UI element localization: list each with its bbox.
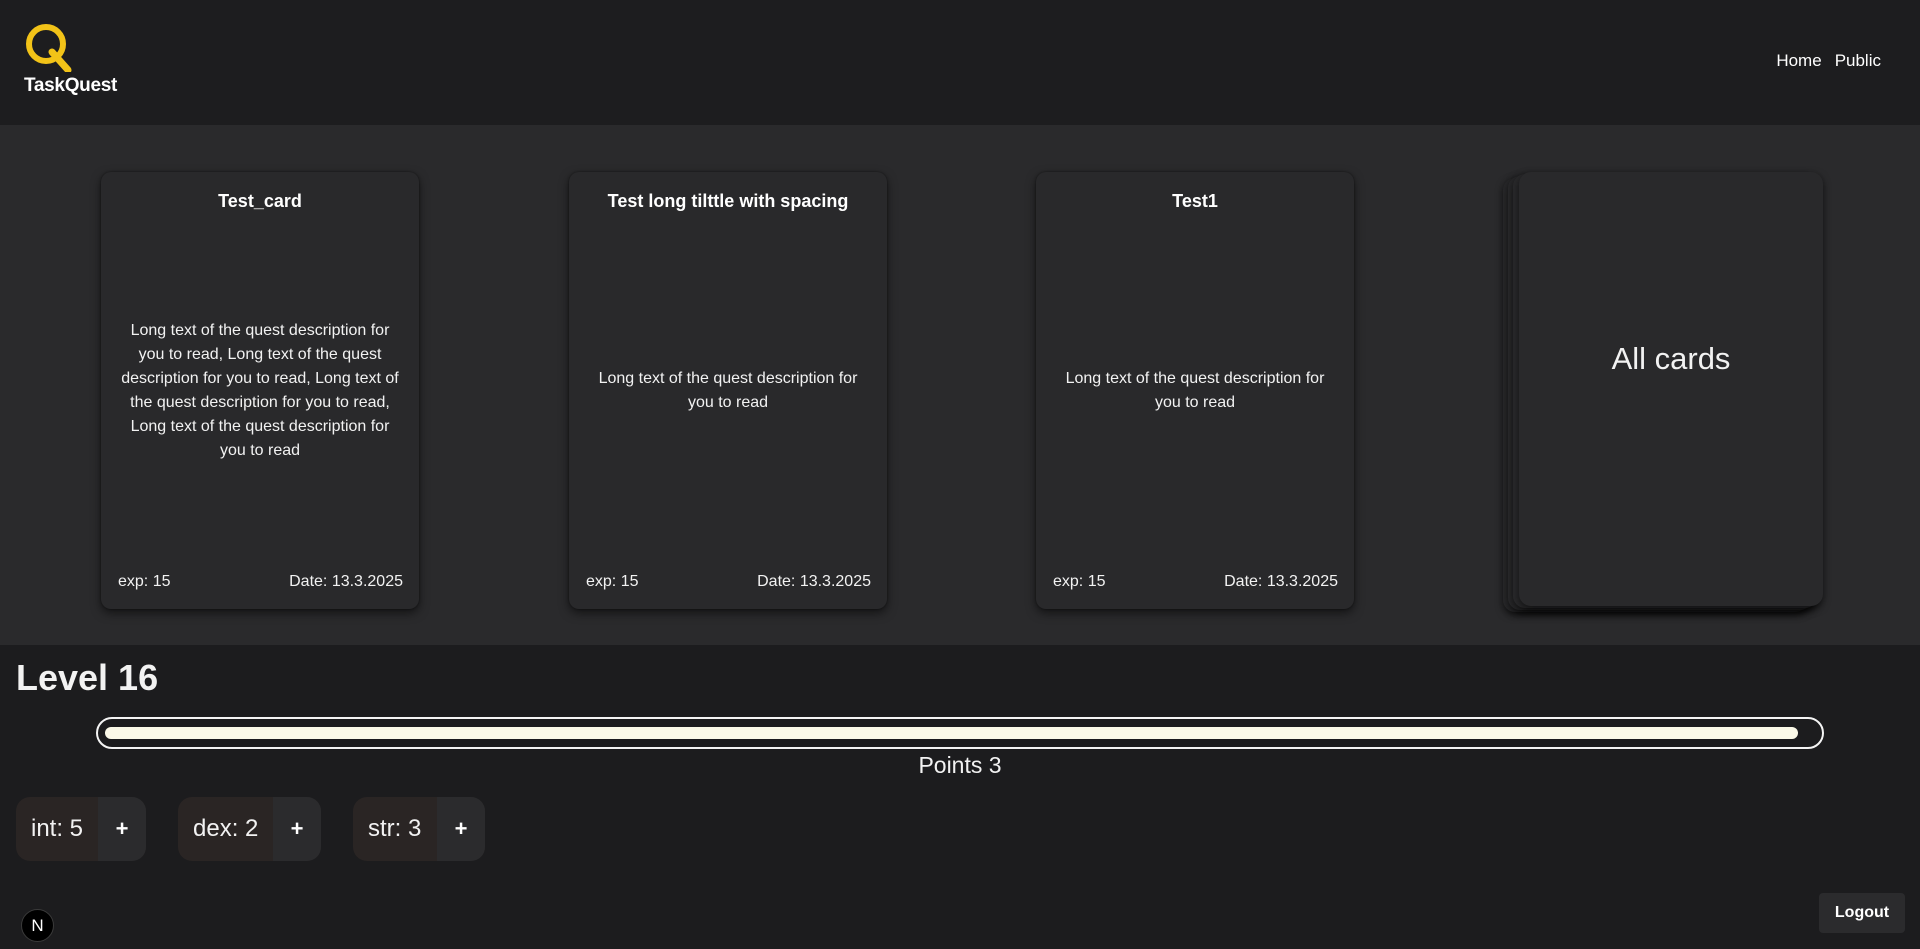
card-description-text: Long text of the quest description for y…	[1065, 369, 1325, 411]
card-exp: exp: 15	[586, 573, 639, 590]
nav-public-link[interactable]: Public	[1835, 51, 1881, 71]
card-description-text: Long text of the quest description for y…	[598, 369, 858, 411]
logout-button[interactable]: Logout	[1819, 893, 1905, 933]
nav-home-link[interactable]: Home	[1776, 51, 1821, 71]
main-nav: Home Public	[1776, 51, 1881, 71]
stat-int-label: int: 5	[31, 815, 84, 842]
quest-card[interactable]: Test long tilttle with spacing Long text…	[569, 172, 887, 609]
card-date: Date: 13.3.2025	[1224, 573, 1338, 590]
card-description-text: Long text of the quest description for y…	[121, 321, 399, 459]
level-progress-bar	[96, 717, 1824, 749]
all-cards-label: All cards	[1611, 341, 1731, 376]
points-label: Points 3	[918, 752, 1002, 778]
card-description: Long text of the quest description for y…	[585, 232, 871, 549]
card-title: Test_card	[218, 191, 302, 211]
card-date: Date: 13.3.2025	[289, 573, 403, 590]
card-exp: exp: 15	[118, 573, 171, 590]
card-description: Long text of the quest description for y…	[117, 232, 403, 549]
logo-q-icon	[26, 24, 72, 72]
header: TaskQuest Home Public	[0, 0, 1920, 125]
stat-str-label: str: 3	[368, 815, 422, 842]
card-description: Long text of the quest description for y…	[1052, 232, 1338, 549]
stat-int-plus-button[interactable]: +	[98, 797, 146, 861]
logo-text: TaskQuest	[24, 75, 118, 96]
level-progress-fill	[105, 727, 1798, 739]
stat-int: int: 5 +	[16, 797, 146, 861]
level-title: Level 16	[16, 657, 159, 698]
all-cards-deck[interactable]: All cards	[1503, 172, 1823, 614]
logo[interactable]: TaskQuest	[24, 22, 134, 102]
card-exp: exp: 15	[1053, 573, 1106, 590]
quest-card[interactable]: Test1 Long text of the quest description…	[1036, 172, 1354, 609]
card-title: Test1	[1172, 191, 1218, 211]
quest-cards-section: Test_card Long text of the quest descrip…	[0, 125, 1920, 645]
n-badge-icon[interactable]: N	[21, 909, 54, 942]
stat-str: str: 3 +	[353, 797, 485, 861]
quest-card[interactable]: Test_card Long text of the quest descrip…	[101, 172, 419, 609]
card-date: Date: 13.3.2025	[757, 573, 871, 590]
card-title: Test long tilttle with spacing	[607, 191, 849, 211]
stat-dex-plus-button[interactable]: +	[273, 797, 321, 861]
stat-str-plus-button[interactable]: +	[437, 797, 485, 861]
stat-dex-label: dex: 2	[193, 815, 259, 842]
stat-dex: dex: 2 +	[178, 797, 321, 861]
